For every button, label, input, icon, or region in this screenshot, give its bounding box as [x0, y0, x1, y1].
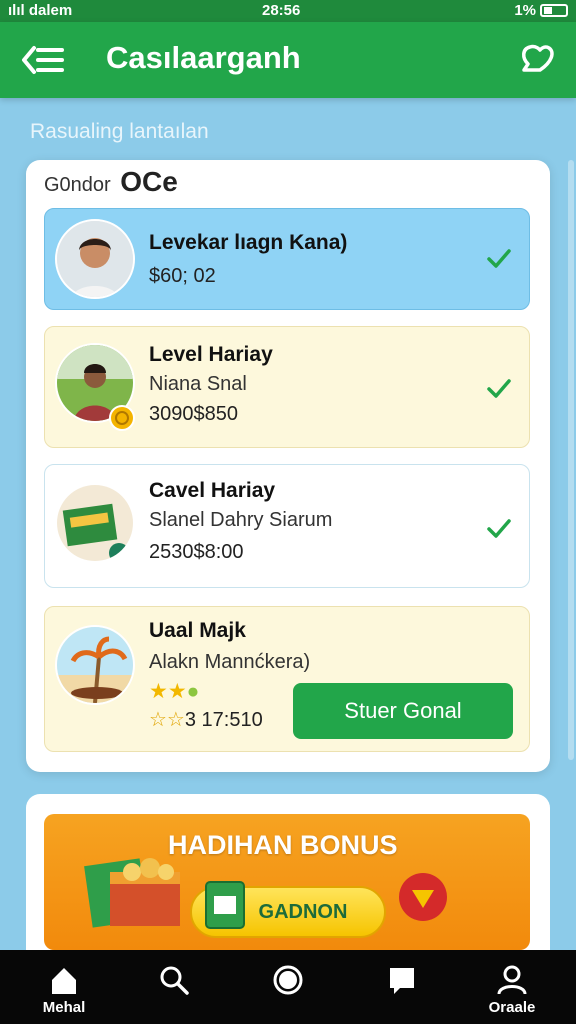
item-name: Uaal Majk [149, 619, 246, 642]
item-value: $60; 02 [149, 265, 216, 287]
star-outline-icon: ☆☆ [149, 709, 185, 731]
scrollbar[interactable] [568, 160, 574, 760]
status-time: 28:56 [262, 2, 301, 19]
status-bar: ılıl dalem 28:56 1% [0, 0, 576, 22]
list-item[interactable]: Cavel Hariay Slanel Dahry Siarum 2530$8:… [44, 464, 530, 588]
nav-label: Mehal [42, 999, 86, 1016]
rating-value-text: 3 17:510 [184, 709, 263, 731]
bonus-card: HADIHAN BONUS GADNON [26, 794, 550, 954]
star-rating: ★★● [149, 679, 199, 704]
select-goal-button[interactable]: Stuer Gonal [293, 683, 513, 739]
check-icon [487, 249, 511, 268]
battery-percent: 1% [514, 2, 536, 19]
card-header: G0ndor OCe [44, 166, 178, 198]
person-avatar [55, 219, 135, 299]
item-subtitle: Slanel Dahry Siarum [149, 509, 333, 531]
palm-beach-avatar [55, 625, 135, 705]
square-icon [390, 968, 414, 994]
app-bar: Casılaarganh [0, 22, 576, 98]
nav-profile[interactable]: Oraale [472, 950, 552, 1024]
options-card: G0ndor OCe Levekar lıagn Kana) $60; 02 L… [26, 160, 550, 772]
carrier-text: ılıl dalem [8, 2, 73, 19]
nav-messages[interactable] [362, 950, 442, 1024]
home-icon [52, 968, 76, 994]
card-header-accent: OCe [120, 166, 178, 197]
leaf-icon: ● [186, 680, 200, 703]
list-item[interactable]: Level Hariay Niana Snal 3090$850 [44, 326, 530, 448]
item-subtitle: Alakn Mannćkera) [149, 651, 311, 673]
bonus-banner[interactable]: HADIHAN BONUS GADNON [44, 814, 530, 950]
ticket-icon [205, 881, 245, 929]
menu-back-icon[interactable] [20, 40, 68, 80]
nav-home[interactable]: Mehal [24, 950, 104, 1024]
list-item-selected[interactable]: Levekar lıagn Kana) $60; 02 [44, 208, 530, 310]
badge-icon [399, 873, 447, 921]
nav-search[interactable] [134, 950, 214, 1024]
bonus-button-label: GADNON [258, 901, 348, 923]
bonus-title: HADIHAN BONUS [168, 830, 398, 860]
chat-heart-icon[interactable] [516, 40, 556, 80]
section-label: Rasualing lantaılan [30, 120, 209, 143]
circle-icon [273, 965, 303, 995]
search-icon [160, 966, 189, 995]
nav-center[interactable] [248, 950, 328, 1024]
check-icon [487, 519, 511, 538]
item-value: 3090$850 [149, 403, 238, 425]
coin-icon [109, 405, 135, 431]
bottom-nav: Mehal Oraale [0, 950, 576, 1024]
page-title: Casılaarganh [106, 40, 301, 75]
item-value: 2530$8:00 [149, 541, 244, 563]
nav-label: Oraale [488, 999, 536, 1016]
card-header-label: G0ndor [44, 174, 111, 196]
star-icon: ★ [167, 680, 187, 703]
item-name: Level Hariay [149, 343, 273, 366]
check-icon [487, 379, 511, 398]
profile-icon [497, 965, 527, 995]
item-subtitle: Niana Snal [149, 373, 247, 395]
sign-board-avatar [55, 483, 135, 563]
battery-icon [540, 4, 568, 17]
item-name: Cavel Hariay [149, 479, 276, 502]
rating-value: ☆☆3 17:510 [149, 707, 263, 732]
list-item[interactable]: Uaal Majk Alakn Mannćkera) ★★● ☆☆3 17:51… [44, 606, 530, 752]
star-icon: ★ [149, 680, 168, 703]
item-name: Levekar lıagn Kana) [149, 231, 348, 254]
